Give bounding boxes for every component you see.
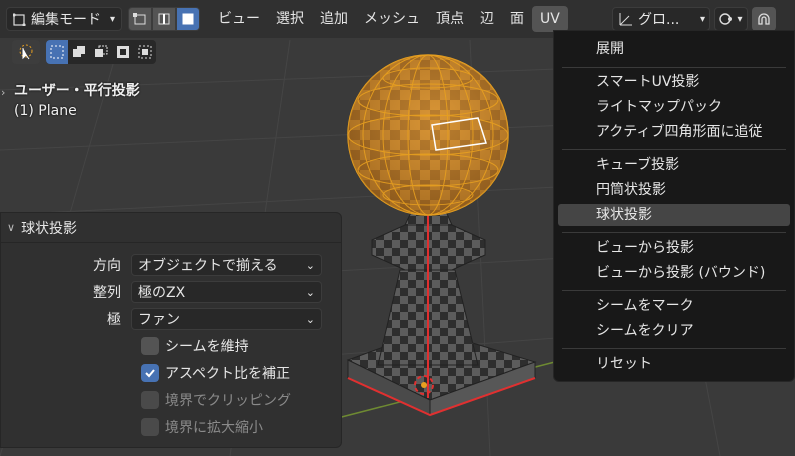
direction-value: オブジェクトで揃える: [138, 258, 278, 274]
chevron-down-icon: ▾: [737, 13, 743, 25]
vertex-select-icon: [133, 13, 146, 25]
menu-separator: [562, 67, 786, 68]
chevron-down-icon: ▾: [699, 13, 705, 25]
menu-item-project-from-view[interactable]: ビューから投影: [558, 237, 790, 259]
menu-item-project-from-view-bounds[interactable]: ビューから投影 (バウンド): [558, 262, 790, 284]
direction-dropdown[interactable]: オブジェクトで揃える ⌄: [131, 254, 322, 276]
menu-item-unwrap[interactable]: 展開: [558, 38, 790, 60]
set-new-selection-button[interactable]: [46, 40, 68, 64]
subtract-selection-button[interactable]: [90, 40, 112, 64]
align-label: 整列: [93, 285, 121, 301]
pole-row: 極 ファン ⌄: [1, 307, 322, 331]
checkbox-box[interactable]: [141, 391, 159, 409]
scale-to-bounds-label: 境界に拡大縮小: [165, 420, 263, 436]
menu-select[interactable]: 選択: [268, 6, 312, 32]
select-intersect-icon: [138, 45, 152, 59]
checkbox-box[interactable]: [141, 337, 159, 355]
pivot-icon: [719, 13, 733, 25]
transform-orientation-label: グロ...: [638, 12, 680, 28]
menu-separator: [562, 232, 786, 233]
3d-viewport[interactable]: 編集モード ▾ ビュー 選択 追加 メッシュ 頂点 辺 面 UV グロ... ▾…: [0, 0, 795, 456]
preserve-seams-label: シームを維持: [165, 339, 249, 355]
menu-item-lightmap-pack[interactable]: ライトマップパック: [558, 96, 790, 118]
active-object-name: (1) Plane: [14, 103, 77, 119]
mesh-sphere: [347, 54, 509, 216]
direction-label: 方向: [93, 258, 121, 274]
face-select-button[interactable]: [176, 7, 200, 31]
menu-add[interactable]: 追加: [312, 6, 356, 32]
header-right-tools: グロ... ▾ ▾: [612, 7, 776, 31]
chevron-down-icon: ⌄: [305, 285, 315, 299]
invert-selection-button[interactable]: [112, 40, 134, 64]
menu-mesh[interactable]: メッシュ: [356, 6, 428, 32]
align-dropdown[interactable]: 極のZX ⌄: [131, 281, 322, 303]
correct-aspect-label: アスペクト比を補正: [165, 366, 291, 382]
edge-select-button[interactable]: [152, 7, 176, 31]
face-select-icon: [182, 13, 194, 25]
menu-uv[interactable]: UV: [532, 6, 568, 32]
selection-mode-group: [46, 40, 156, 64]
menu-item-sphere-projection[interactable]: 球状投影: [558, 204, 790, 226]
menu-separator: [562, 348, 786, 349]
header-menu: ビュー 選択 追加 メッシュ 頂点 辺 面 UV: [210, 0, 568, 38]
select-tool-button[interactable]: [12, 40, 40, 64]
orientation-icon: [619, 13, 632, 26]
pole-dropdown[interactable]: ファン ⌄: [131, 308, 322, 330]
uv-dropdown-menu: 展開 スマートUV投影 ライトマップパック アクティブ四角形面に追従 キューブ投…: [553, 30, 795, 382]
view-name: ユーザー・平行投影: [14, 83, 140, 99]
select-extend-icon: [73, 46, 85, 57]
menu-separator: [562, 290, 786, 291]
preserve-seams-checkbox[interactable]: シームを維持: [141, 336, 249, 356]
transform-orientation-dropdown[interactable]: グロ... ▾: [612, 7, 710, 31]
direction-row: 方向 オブジェクトで揃える ⌄: [1, 253, 322, 277]
extend-selection-button[interactable]: [68, 40, 90, 64]
magnet-icon: [758, 13, 770, 25]
intersect-selection-button[interactable]: [134, 40, 156, 64]
chevron-down-icon: ∨: [7, 221, 16, 234]
pivot-point-dropdown[interactable]: ▾: [714, 7, 748, 31]
cursor-select-icon: [19, 44, 33, 60]
edit-mode-icon: [13, 13, 26, 26]
chevron-down-icon: ⌄: [305, 258, 315, 272]
select-invert-icon: [117, 46, 129, 58]
menu-item-cube-projection[interactable]: キューブ投影: [558, 154, 790, 176]
checkbox-box[interactable]: [141, 364, 159, 382]
mode-dropdown[interactable]: 編集モード ▾: [6, 7, 122, 31]
align-row: 整列 極のZX ⌄: [1, 280, 322, 304]
mode-label: 編集モード: [31, 12, 101, 28]
chevron-down-icon: ▾: [109, 13, 115, 25]
menu-item-cylinder-projection[interactable]: 円筒状投影: [558, 179, 790, 201]
menu-edge[interactable]: 辺: [472, 6, 502, 32]
pole-value: ファン: [138, 312, 180, 328]
clip-to-bounds-label: 境界でクリッピング: [165, 393, 291, 409]
menu-item-smart-uv-project[interactable]: スマートUV投影: [558, 71, 790, 93]
scale-to-bounds-checkbox[interactable]: 境界に拡大縮小: [141, 417, 263, 437]
vertex-select-button[interactable]: [128, 7, 152, 31]
menu-item-mark-seam[interactable]: シームをマーク: [558, 295, 790, 317]
select-mode-buttons: [128, 7, 200, 31]
select-set-icon: [50, 45, 64, 59]
last-operator-panel: ∨ 球状投影 方向 オブジェクトで揃える ⌄ 整列 極のZX ⌄ 極 ファン ⌄: [0, 212, 342, 448]
menu-view[interactable]: ビュー: [210, 6, 268, 32]
operator-title: 球状投影: [21, 220, 78, 237]
clip-to-bounds-checkbox[interactable]: 境界でクリッピング: [141, 390, 291, 410]
menu-vertex[interactable]: 頂点: [428, 6, 472, 32]
sidebar-toggle-icon[interactable]: ›: [1, 86, 5, 99]
menu-item-clear-seam[interactable]: シームをクリア: [558, 320, 790, 342]
edge-select-icon: [158, 13, 170, 25]
align-value: 極のZX: [138, 285, 186, 301]
checkmark-icon: [145, 369, 155, 378]
tool-settings: [12, 40, 156, 64]
menu-face[interactable]: 面: [502, 6, 532, 32]
correct-aspect-checkbox[interactable]: アスペクト比を補正: [141, 363, 290, 383]
menu-separator: [562, 149, 786, 150]
checkbox-box[interactable]: [141, 418, 159, 436]
chevron-down-icon: ⌄: [305, 312, 315, 326]
pole-label: 極: [107, 312, 121, 328]
menu-item-follow-active-quads[interactable]: アクティブ四角形面に追従: [558, 121, 790, 143]
menu-item-reset[interactable]: リセット: [558, 353, 790, 375]
select-subtract-icon: [95, 45, 108, 57]
snap-toggle-button[interactable]: [752, 7, 776, 31]
operator-panel-header[interactable]: ∨ 球状投影: [1, 213, 341, 243]
